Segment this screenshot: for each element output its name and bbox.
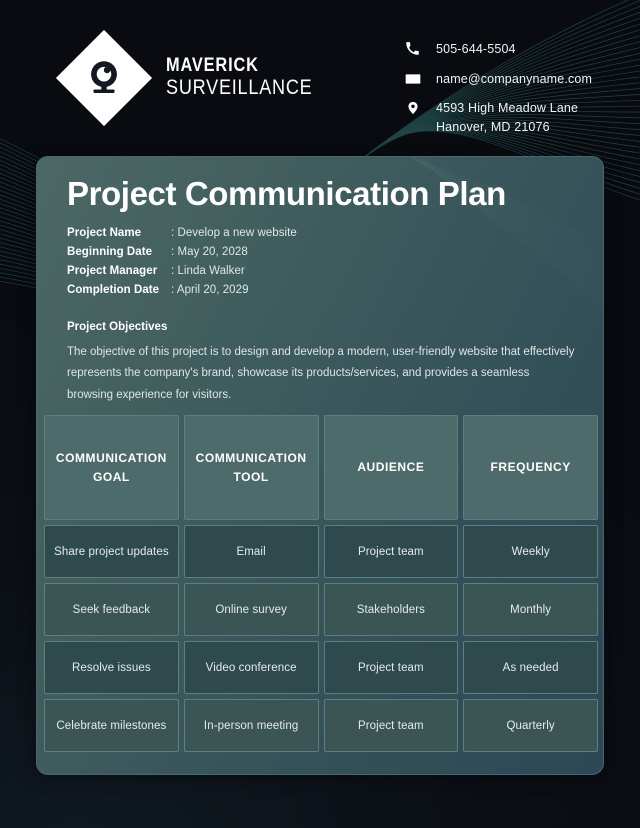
cell-tool: Online survey — [183, 583, 319, 636]
cell-audience: Stakeholders — [323, 583, 459, 636]
plan-card: Project Communication Plan Project Name … — [36, 156, 604, 775]
cell-goal: Resolve issues — [44, 641, 179, 694]
meta-value: : Linda Walker — [171, 265, 245, 277]
page-header: MAVERICK SURVEILLANCE 505-644-5504 name@… — [0, 0, 640, 156]
meta-row-project-manager: Project Manager : Linda Walker — [67, 265, 297, 284]
location-pin-icon — [404, 99, 421, 116]
brand-wordmark: MAVERICK SURVEILLANCE — [166, 56, 336, 99]
cell-goal: Celebrate milestones — [44, 699, 179, 752]
meta-label: Beginning Date — [67, 246, 153, 258]
email-text: name@companyname.com — [436, 71, 593, 86]
cell-frequency: Monthly — [463, 583, 598, 636]
meta-label: Completion Date — [67, 284, 160, 296]
cell-frequency: As needed — [463, 641, 598, 694]
project-meta-list: Project Name : Develop a new website Beg… — [67, 227, 297, 303]
meta-row-completion-date: Completion Date : April 20, 2029 — [67, 284, 297, 303]
brand-logo[interactable]: MAVERICK SURVEILLANCE — [55, 29, 336, 127]
page-title: Project Communication Plan — [67, 175, 506, 212]
table-row[interactable]: Seek feedback Online survey Stakeholders… — [44, 583, 598, 636]
meta-label: Project Manager — [67, 265, 158, 277]
cell-tool: Video conference — [183, 641, 319, 694]
objectives-heading: Project Objectives — [67, 321, 168, 333]
table-row[interactable]: Share project updates Email Project team… — [44, 525, 598, 578]
cell-frequency: Weekly — [463, 525, 598, 578]
communication-plan-table: COMMUNICATION GOAL COMMUNICATION TOOL AU… — [44, 415, 598, 757]
cell-goal: Share project updates — [44, 525, 179, 578]
cell-tool: In-person meeting — [183, 699, 319, 752]
table-row[interactable]: Celebrate milestones In-person meeting P… — [44, 699, 598, 752]
contact-phone[interactable]: 505-644-5504 — [404, 40, 592, 59]
meta-value: : Develop a new website — [171, 227, 297, 239]
column-header-communication-goal: COMMUNICATION GOAL — [44, 415, 179, 520]
contact-email[interactable]: name@companyname.com — [404, 70, 592, 89]
meta-label: Project Name — [67, 227, 142, 239]
table-body: Share project updates Email Project team… — [44, 525, 598, 752]
security-camera-icon — [91, 61, 117, 93]
objectives-text: The objective of this project is to desi… — [67, 346, 575, 401]
contact-address[interactable]: 4593 High Meadow Lane Hanover, MD 21076 — [404, 99, 592, 136]
column-header-audience: AUDIENCE — [323, 415, 459, 520]
cell-audience: Project team — [323, 525, 459, 578]
cell-goal: Seek feedback — [44, 583, 179, 636]
column-header-frequency: FREQUENCY — [463, 415, 598, 520]
phone-icon — [404, 40, 421, 56]
meta-row-project-name: Project Name : Develop a new website — [67, 227, 297, 246]
phone-text: 505-644-5504 — [436, 42, 516, 56]
cell-frequency: Quarterly — [463, 699, 598, 752]
cell-audience: Project team — [323, 699, 459, 752]
address-text: 4593 High Meadow Lane Hanover, MD 21076 — [436, 101, 579, 134]
cell-audience: Project team — [323, 641, 459, 694]
table-row[interactable]: Resolve issues Video conference Project … — [44, 641, 598, 694]
column-header-communication-tool: COMMUNICATION TOOL — [183, 415, 319, 520]
brand-name-line2: SURVEILLANCE — [166, 76, 313, 100]
contact-info: 505-644-5504 name@companyname.com 4593 H… — [404, 40, 592, 136]
meta-value: : May 20, 2028 — [171, 246, 248, 258]
envelope-icon — [404, 70, 421, 87]
diamond-logo-mark — [55, 29, 153, 127]
meta-row-beginning-date: Beginning Date : May 20, 2028 — [67, 246, 297, 265]
cell-tool: Email — [183, 525, 319, 578]
table-header-row: COMMUNICATION GOAL COMMUNICATION TOOL AU… — [44, 415, 598, 520]
brand-name-line1: MAVERICK — [166, 55, 259, 77]
project-objectives: Project Objectives The objective of this… — [67, 321, 575, 406]
meta-value: : April 20, 2029 — [171, 284, 249, 296]
